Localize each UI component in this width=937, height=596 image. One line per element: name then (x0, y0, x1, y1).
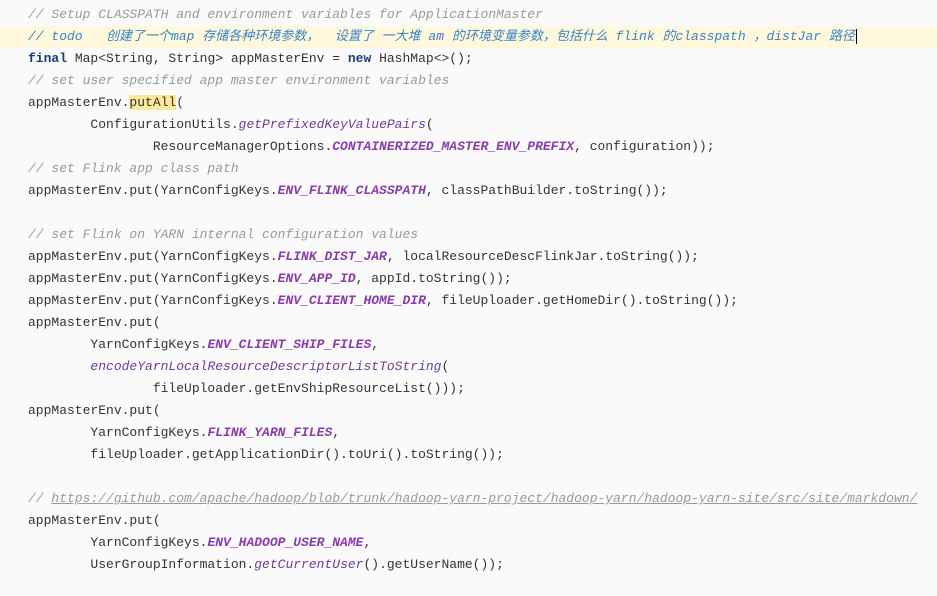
comment-prefix: // (28, 29, 51, 44)
constant: ENV_HADOOP_USER_NAME (207, 535, 363, 550)
code-line: appMasterEnv.put( (0, 400, 937, 422)
todo-comment: todo 创建了一个map 存储各种环境参数， 设置了 一大堆 am 的环境变量… (51, 29, 854, 44)
constant: ENV_FLINK_CLASSPATH (278, 183, 426, 198)
code-text: ConfigurationUtils. (28, 117, 239, 132)
constant: ENV_CLIENT_HOME_DIR (278, 293, 426, 308)
code-line: YarnConfigKeys.ENV_CLIENT_SHIP_FILES, (0, 334, 937, 356)
code-line: appMasterEnv.put(YarnConfigKeys.ENV_CLIE… (0, 290, 937, 312)
code-line: encodeYarnLocalResourceDescriptorListToS… (0, 356, 937, 378)
comment-prefix: // (28, 491, 51, 506)
constant: FLINK_YARN_FILES (207, 425, 332, 440)
code-text (28, 359, 90, 374)
comment: // set user specified app master environ… (28, 73, 449, 88)
code-text: appMasterEnv.put(YarnConfigKeys. (28, 183, 278, 198)
code-text: , classPathBuilder.toString()); (426, 183, 668, 198)
code-text: , fileUploader.getHomeDir().toString()); (426, 293, 738, 308)
code-line: YarnConfigKeys.ENV_HADOOP_USER_NAME, (0, 532, 937, 554)
code-text: ().getUserName()); (363, 557, 503, 572)
code-line-highlighted: // todo 创建了一个map 存储各种环境参数， 设置了 一大堆 am 的环… (0, 26, 937, 48)
code-line-empty (0, 466, 937, 488)
comment-url: https://github.com/apache/hadoop/blob/tr… (51, 491, 917, 506)
code-line-empty (0, 202, 937, 224)
code-line: appMasterEnv.put(YarnConfigKeys.ENV_APP_… (0, 268, 937, 290)
constant: FLINK_DIST_JAR (278, 249, 387, 264)
code-text: fileUploader.getApplicationDir().toUri()… (28, 447, 504, 462)
constant: CONTAINERIZED_MASTER_ENV_PREFIX (332, 139, 574, 154)
code-text: HashMap<>(); (371, 51, 472, 66)
highlighted-method: putAll (129, 95, 176, 110)
code-line: YarnConfigKeys.FLINK_YARN_FILES, (0, 422, 937, 444)
static-method: getCurrentUser (254, 557, 363, 572)
code-text: , (371, 337, 379, 352)
static-method: encodeYarnLocalResourceDescriptorListToS… (90, 359, 441, 374)
code-line: // set Flink on YARN internal configurat… (0, 224, 937, 246)
code-text: , (332, 425, 340, 440)
code-editor[interactable]: // Setup CLASSPATH and environment varia… (0, 0, 937, 580)
keyword-final: final (28, 51, 67, 66)
code-text: ( (176, 95, 184, 110)
code-line: // https://github.com/apache/hadoop/blob… (0, 488, 937, 510)
code-text: appMasterEnv.put(YarnConfigKeys. (28, 271, 278, 286)
code-line: appMasterEnv.put(YarnConfigKeys.ENV_FLIN… (0, 180, 937, 202)
text-cursor (856, 29, 857, 44)
code-line: ConfigurationUtils.getPrefixedKeyValuePa… (0, 114, 937, 136)
code-line: ResourceManagerOptions.CONTAINERIZED_MAS… (0, 136, 937, 158)
code-line: appMasterEnv.putAll( (0, 92, 937, 114)
code-text: appMasterEnv.put(YarnConfigKeys. (28, 249, 278, 264)
code-text: appMasterEnv.put( (28, 315, 161, 330)
code-line: appMasterEnv.put( (0, 312, 937, 334)
static-method: getPrefixedKeyValuePairs (239, 117, 426, 132)
code-text: ( (426, 117, 434, 132)
code-line: final Map<String, String> appMasterEnv =… (0, 48, 937, 70)
code-text: , localResourceDescFlinkJar.toString()); (387, 249, 699, 264)
code-line: appMasterEnv.put(YarnConfigKeys.FLINK_DI… (0, 246, 937, 268)
code-text: appMasterEnv.put( (28, 513, 161, 528)
code-text: ResourceManagerOptions. (28, 139, 332, 154)
code-text: ( (441, 359, 449, 374)
code-line: UserGroupInformation.getCurrentUser().ge… (0, 554, 937, 576)
code-line: fileUploader.getEnvShipResourceList())); (0, 378, 937, 400)
comment: // set Flink on YARN internal configurat… (28, 227, 418, 242)
code-text: YarnConfigKeys. (28, 337, 207, 352)
code-line: // set user specified app master environ… (0, 70, 937, 92)
code-text: UserGroupInformation. (28, 557, 254, 572)
code-text: YarnConfigKeys. (28, 425, 207, 440)
code-line: fileUploader.getApplicationDir().toUri()… (0, 444, 937, 466)
comment: // set Flink app class path (28, 161, 239, 176)
keyword-new: new (348, 51, 371, 66)
constant: ENV_CLIENT_SHIP_FILES (207, 337, 371, 352)
code-text: appMasterEnv.put( (28, 403, 161, 418)
code-line: // Setup CLASSPATH and environment varia… (0, 4, 937, 26)
constant: ENV_APP_ID (278, 271, 356, 286)
code-text: , (363, 535, 371, 550)
comment: // Setup CLASSPATH and environment varia… (28, 7, 543, 22)
code-text: YarnConfigKeys. (28, 535, 207, 550)
code-text: , appId.toString()); (356, 271, 512, 286)
code-text: fileUploader.getEnvShipResourceList())); (28, 381, 465, 396)
code-text: Map<String, String> appMasterEnv = (67, 51, 348, 66)
code-text: appMasterEnv.put(YarnConfigKeys. (28, 293, 278, 308)
code-line: // set Flink app class path (0, 158, 937, 180)
code-text: appMasterEnv. (28, 95, 129, 110)
code-line: appMasterEnv.put( (0, 510, 937, 532)
code-text: , configuration)); (574, 139, 714, 154)
